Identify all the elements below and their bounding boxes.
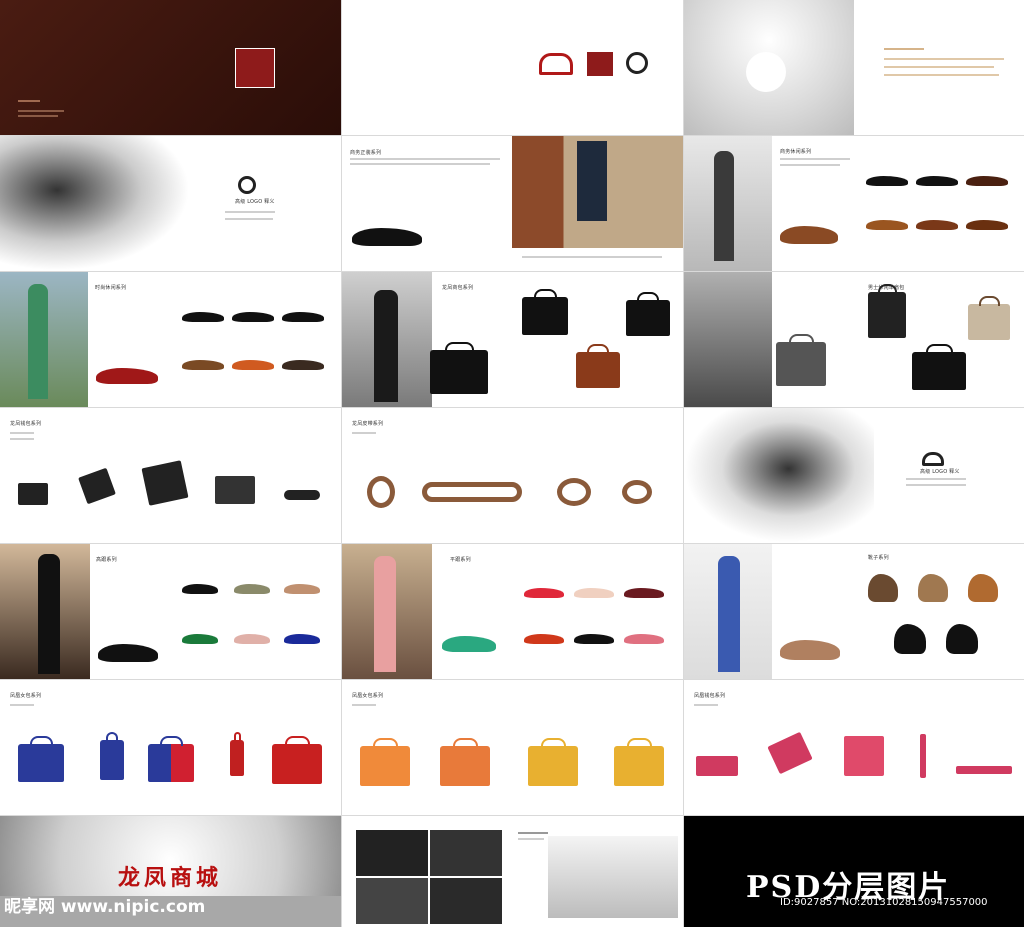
page-heading: 凤凰女包系列 bbox=[352, 693, 384, 699]
brand-seal-logo bbox=[235, 48, 275, 88]
page-men-casual-bags: 男士休闲单肩包 bbox=[684, 272, 1024, 407]
store-sign-text: 龙凤商城 bbox=[118, 865, 223, 891]
ink-phoenix-image bbox=[684, 408, 874, 543]
page-business-formal-shoes: 商务正装系列 bbox=[342, 136, 683, 271]
page-heading: 龙凤皮带系列 bbox=[352, 421, 384, 427]
page-store-interior bbox=[684, 0, 1024, 135]
page-flats: 平跟系列 bbox=[342, 544, 683, 679]
page-women-wallets: 凤凰钱包系列 bbox=[684, 680, 1024, 815]
page-business-bags: 龙凤商包系列 bbox=[342, 272, 683, 407]
page-cover bbox=[0, 0, 341, 135]
page-heading: 时尚休闲系列 bbox=[95, 285, 127, 291]
page-women-bags-2: 凤凰女包系列 bbox=[342, 680, 683, 815]
watermark-site: 昵享网 www.nipic.com bbox=[4, 897, 206, 917]
page-belts: 龙凤皮带系列 bbox=[342, 408, 683, 543]
page-casual-shoes: 时尚休闲系列 bbox=[0, 272, 341, 407]
page-women-bags-1: 凤凰女包系列 bbox=[0, 680, 341, 815]
page-heading: 高级 LOGO 释义 bbox=[920, 469, 960, 475]
page-heading: 靴子系列 bbox=[868, 555, 889, 561]
page-heading: 商务正装系列 bbox=[350, 150, 382, 156]
page-wallets: 龙凤钱包系列 bbox=[0, 408, 341, 543]
page-boots: 靴子系列 bbox=[684, 544, 1024, 679]
page-heading: 凤凰女包系列 bbox=[10, 693, 42, 699]
oxford-shoe bbox=[352, 228, 422, 246]
page-store-photos bbox=[342, 816, 683, 927]
page-heading: 龙凤商包系列 bbox=[442, 285, 474, 291]
page-brand-logos bbox=[342, 0, 683, 135]
page-ink-phoenix: 高级 LOGO 释义 bbox=[684, 408, 1024, 543]
page-heading: 高级 LOGO 释义 bbox=[235, 199, 275, 205]
page-heading: 平跟系列 bbox=[450, 557, 471, 563]
page-heading: 高跟系列 bbox=[96, 557, 117, 563]
ink-dragon-image bbox=[0, 136, 190, 271]
page-heading: 龙凤钱包系列 bbox=[10, 421, 42, 427]
page-high-heels: 高跟系列 bbox=[0, 544, 341, 679]
page-heading: 商务休闲系列 bbox=[780, 149, 812, 155]
page-ink-dragon: 高级 LOGO 释义 bbox=[0, 136, 341, 271]
watermark-id: ID:9027857 NO:20131028150947557000 bbox=[780, 897, 988, 908]
brochure-spread-grid: 高级 LOGO 释义 商务正装系列 商务休闲系列 时尚休闲系列 龙凤商包系列 龙… bbox=[0, 0, 1024, 927]
page-heading: 凤凰钱包系列 bbox=[694, 693, 726, 699]
page-business-casual-shoes: 商务休闲系列 bbox=[684, 136, 1024, 271]
